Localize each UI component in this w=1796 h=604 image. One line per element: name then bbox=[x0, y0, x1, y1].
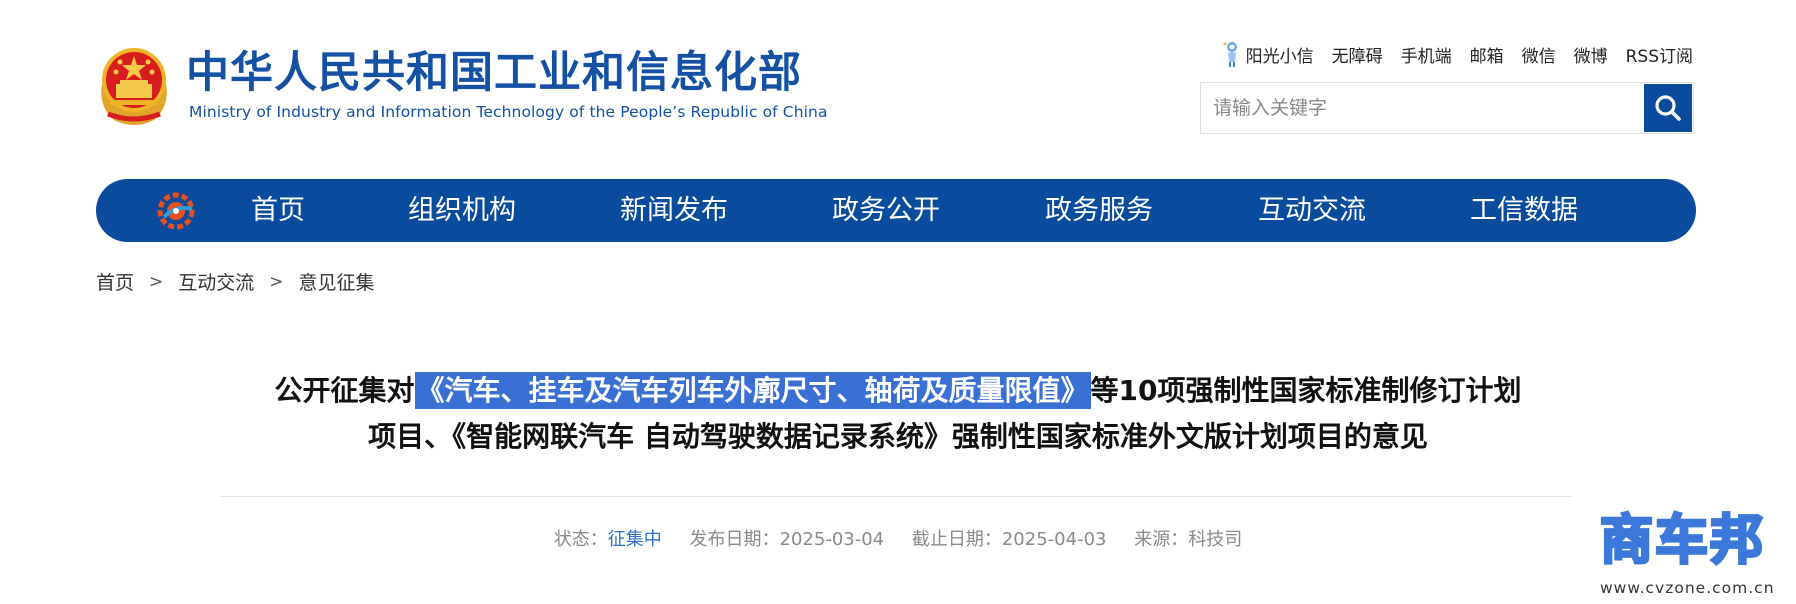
nav-item-gov-services[interactable]: 政务服务 bbox=[1045, 179, 1153, 242]
wechat-link[interactable]: 微信 bbox=[1522, 42, 1556, 67]
top-links: 阳光小信 无障碍 手机端 邮箱 微信 微博 RSS订阅 bbox=[1222, 40, 1693, 68]
search-box bbox=[1200, 82, 1694, 134]
national-emblem-icon bbox=[94, 44, 174, 128]
status-label: 状态： bbox=[553, 529, 608, 550]
source-value: 科技司 bbox=[1188, 529, 1243, 550]
nav-item-gov-affairs[interactable]: 政务公开 bbox=[832, 179, 940, 242]
article-title-line-1: 公开征集对《汽车、挂车及汽车列车外廓尺寸、轴荷及质量限值》等10项强制性国家标准… bbox=[200, 370, 1596, 412]
title-highlighted-selection: 《汽车、挂车及汽车列车外廓尺寸、轴荷及质量限值》 bbox=[414, 372, 1091, 409]
meta-source: 来源：科技司 bbox=[1134, 529, 1242, 550]
watermark-url: www.cvzone.com.cn bbox=[1600, 579, 1775, 597]
publish-date: 2025-03-04 bbox=[779, 529, 885, 550]
search-icon bbox=[1655, 95, 1681, 121]
breadcrumb-opinion[interactable]: 意见征集 bbox=[299, 268, 375, 295]
source-label: 来源： bbox=[1134, 529, 1189, 550]
title-part-2: 等10项强制性国家标准制修订计划 bbox=[1090, 374, 1522, 407]
search-input[interactable] bbox=[1201, 83, 1644, 133]
divider bbox=[220, 496, 1572, 497]
breadcrumb-home[interactable]: 首页 bbox=[96, 268, 134, 295]
mobile-link[interactable]: 手机端 bbox=[1401, 42, 1452, 67]
breadcrumb-separator: > bbox=[149, 271, 164, 292]
status-value: 征集中 bbox=[607, 529, 662, 550]
nav-item-home[interactable]: 首页 bbox=[251, 179, 305, 242]
deadline-label: 截止日期： bbox=[911, 529, 1002, 550]
nav-item-organization[interactable]: 组织机构 bbox=[408, 179, 516, 242]
main-nav: 首页 组织机构 新闻发布 政务公开 政务服务 互动交流 工信数据 bbox=[96, 179, 1696, 242]
accessibility-link[interactable]: 无障碍 bbox=[1332, 42, 1383, 67]
sunshine-link[interactable]: 阳光小信 bbox=[1222, 40, 1314, 68]
article-meta: 状态：征集中 发布日期：2025-03-04 截止日期：2025-04-03 来… bbox=[0, 525, 1796, 551]
mail-link[interactable]: 邮箱 bbox=[1470, 42, 1504, 67]
meta-publish-date: 发布日期：2025-03-04 bbox=[690, 529, 885, 550]
sunshine-label: 阳光小信 bbox=[1245, 46, 1314, 67]
site-title: 中华人民共和国工业和信息化部 bbox=[186, 48, 802, 98]
breadcrumb-separator: > bbox=[269, 271, 284, 292]
watermark-brand: 商车邦 bbox=[1599, 509, 1765, 572]
title-part-1: 公开征集对 bbox=[274, 374, 415, 407]
breadcrumb: 首页 > 互动交流 > 意见征集 bbox=[96, 268, 375, 295]
weibo-link[interactable]: 微博 bbox=[1574, 42, 1608, 67]
article-title-line-2: 项目、《智能网联汽车 自动驾驶数据记录系统》强制性国家标准外文版计划项目的意见 bbox=[368, 420, 1428, 453]
ministry-logo-icon bbox=[156, 191, 196, 231]
breadcrumb-interaction[interactable]: 互动交流 bbox=[178, 268, 254, 295]
nav-item-interaction[interactable]: 互动交流 bbox=[1258, 179, 1366, 242]
watermark: 商车邦 www.cvzone.com.cn bbox=[1599, 509, 1790, 604]
nav-item-data[interactable]: 工信数据 bbox=[1470, 179, 1578, 242]
deadline-date: 2025-04-03 bbox=[1001, 529, 1107, 550]
mascot-icon bbox=[1222, 40, 1242, 68]
search-button[interactable] bbox=[1644, 84, 1692, 132]
meta-status: 状态：征集中 bbox=[554, 529, 662, 550]
meta-deadline: 截止日期：2025-04-03 bbox=[912, 529, 1107, 550]
rss-link[interactable]: RSS订阅 bbox=[1626, 42, 1693, 67]
nav-item-news[interactable]: 新闻发布 bbox=[620, 179, 728, 242]
site-subtitle-en: Ministry of Industry and Information Tec… bbox=[189, 103, 828, 121]
publish-label: 发布日期： bbox=[689, 529, 780, 550]
